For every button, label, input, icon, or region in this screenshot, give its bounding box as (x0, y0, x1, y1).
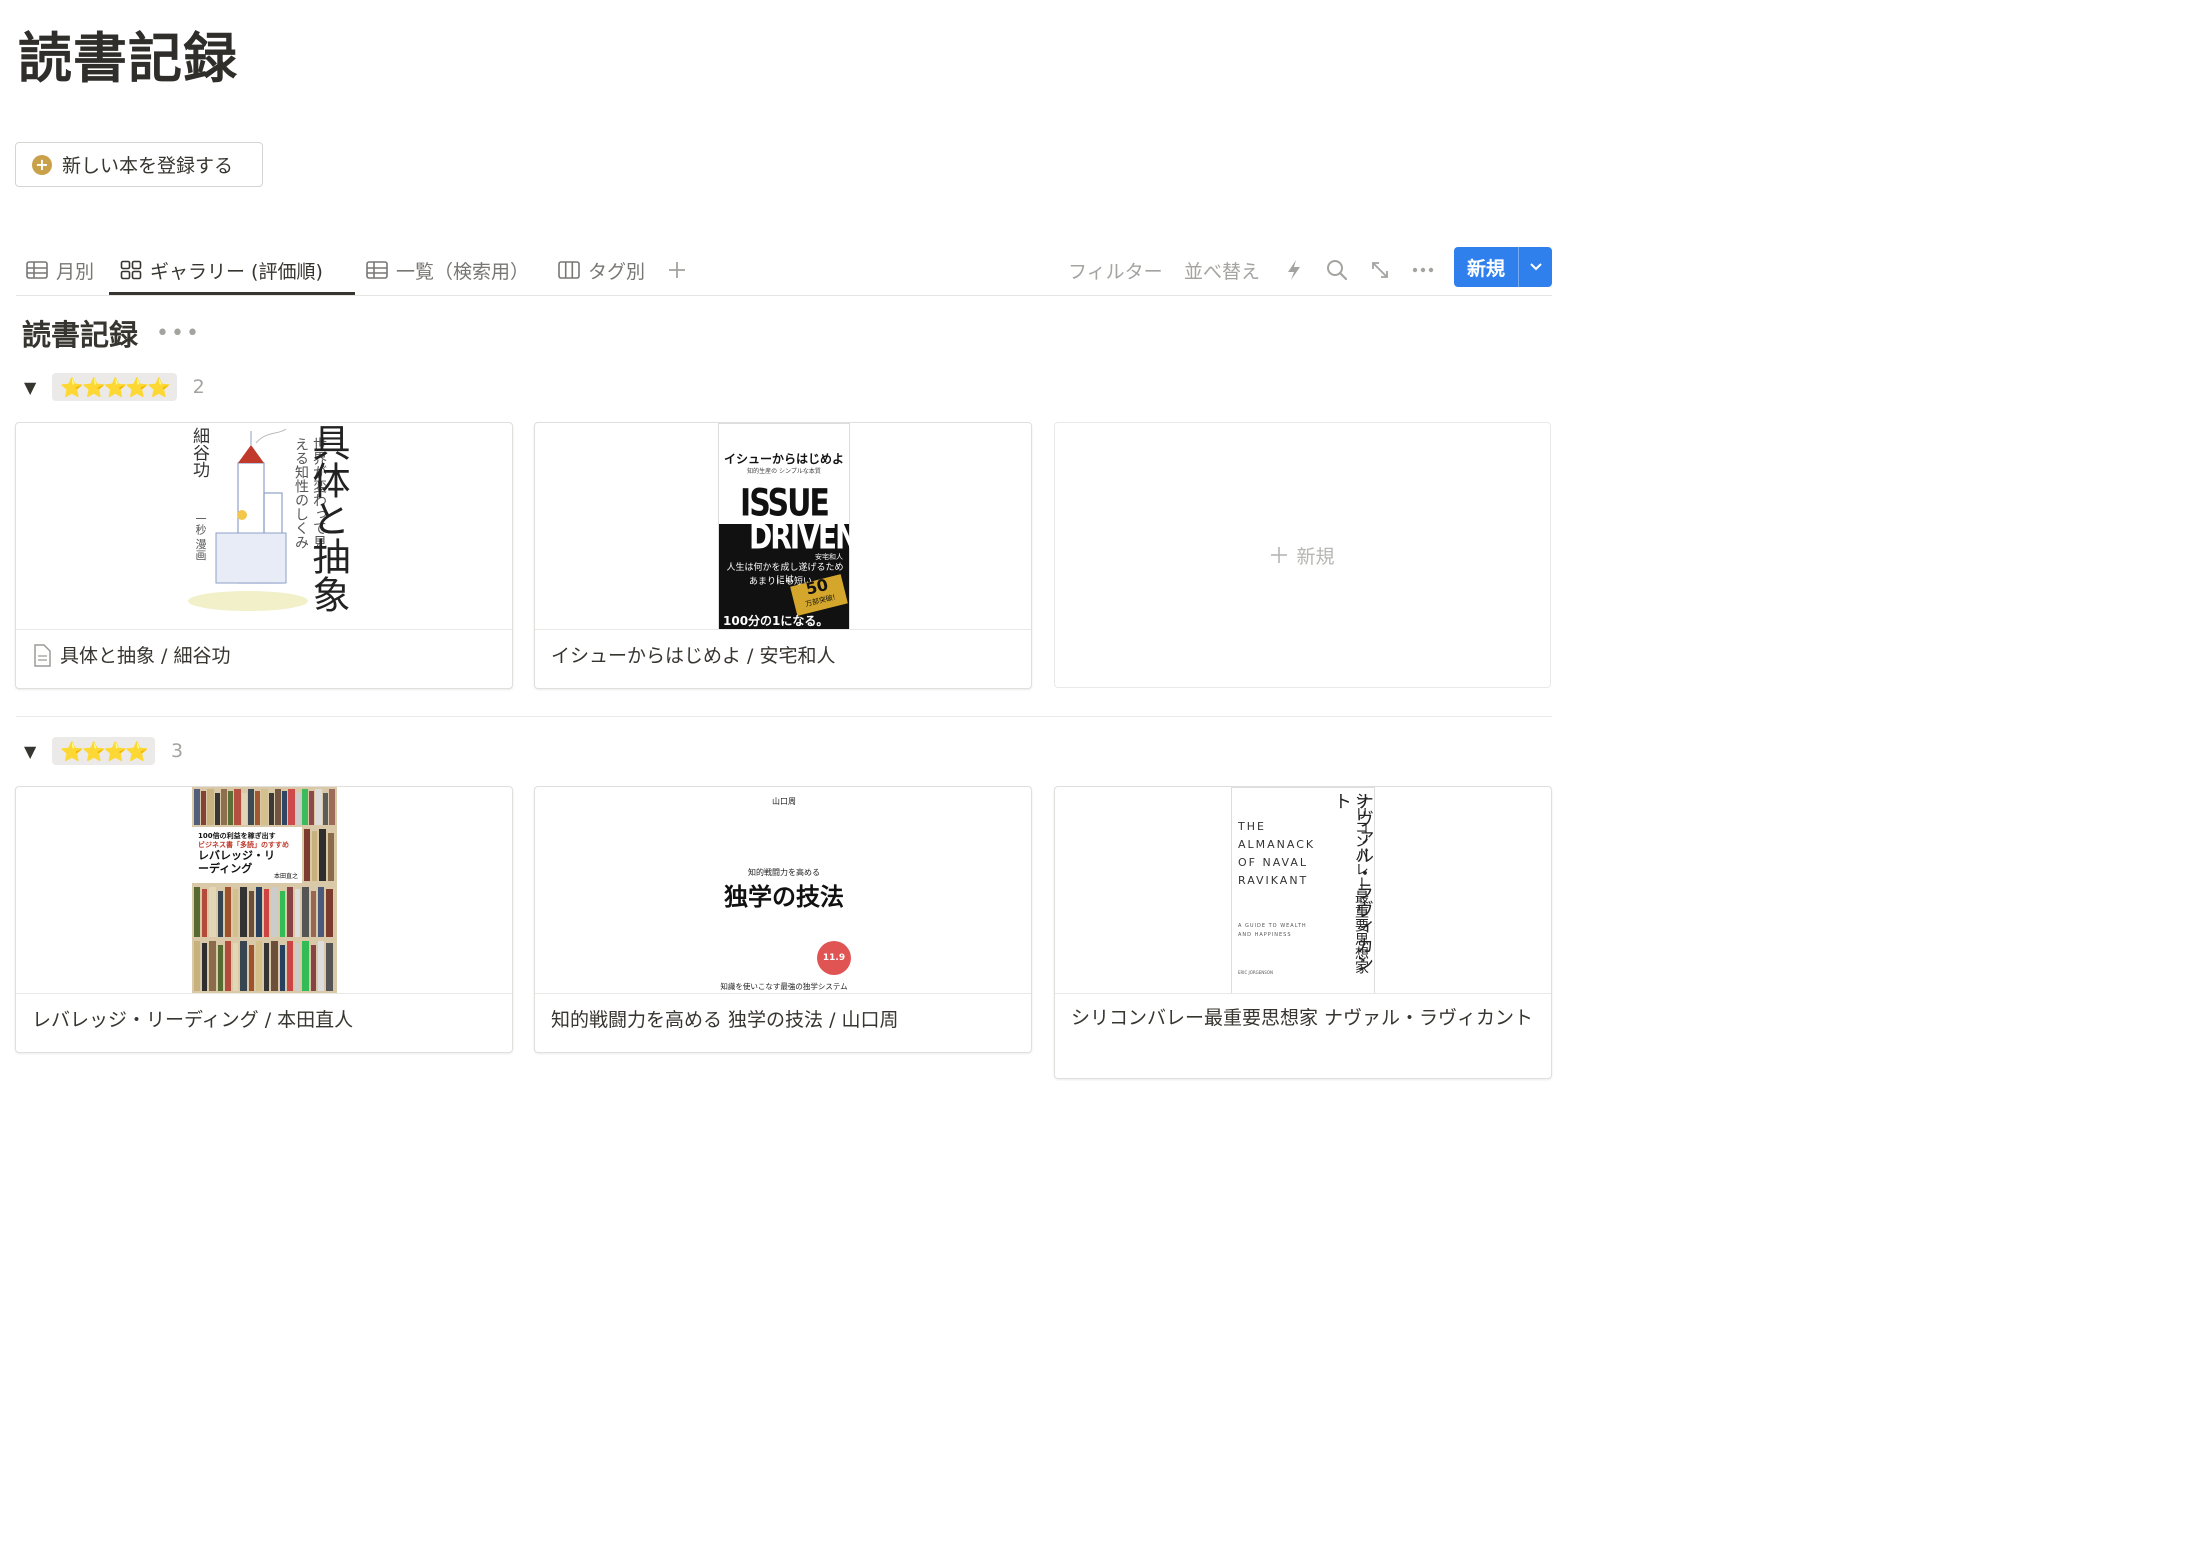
plus-icon (669, 262, 685, 278)
group-header: ▼ ⭐⭐⭐⭐⭐ 2 (24, 372, 205, 402)
book-cover: 山口周 知的戦闘力を高める 独学の技法 11.9 知識を使いこなす最強の独学シス… (535, 787, 1031, 994)
card-title: 具体と抽象 / 細谷功 (60, 645, 231, 667)
bookshelf-illustration (192, 787, 337, 993)
cover-author: 細谷功 (189, 427, 209, 478)
new-book-button-label: 新しい本を登録する (62, 155, 234, 177)
table-icon (366, 261, 388, 279)
expand-button[interactable] (1370, 252, 1390, 288)
more-icon (1412, 267, 1434, 273)
group-header: ▼ ⭐⭐⭐⭐ 3 (24, 736, 183, 766)
cover-jp-name: ナヴァル・ラヴィカント (1331, 792, 1374, 972)
card-title: シリコンバレー最重要思想家 ナヴァル・ラヴィカント (1071, 1007, 1534, 1029)
cover-title: 独学の技法 (724, 883, 844, 911)
book-cover: イシューからはじめよ 知的生産の シンプルな本質 ISSUE DRIVEN 安宅… (535, 423, 1031, 630)
chevron-down-icon (1529, 263, 1542, 271)
cover-illustrator: 一秒 漫画 (194, 513, 207, 561)
gallery-card[interactable]: 100倍の利益を稼ぎ出す ビジネス書「多読」のすすめ レバレッジ・リーディング … (15, 786, 513, 1053)
cover-big-word-2: DRIVEN (749, 515, 858, 558)
active-tab-indicator (109, 292, 355, 295)
card-caption: 知的戦闘力を高める 独学の技法 / 山口周 (551, 1005, 1015, 1035)
cover-author: 安宅和人 (815, 553, 843, 561)
add-view-button[interactable] (668, 252, 686, 288)
gallery-card[interactable]: 細谷功 一秒 漫画 世界が変わって見える知性のしくみ 具体と抽象 具体と抽象 /… (15, 422, 513, 689)
collapse-triangle-icon[interactable]: ▼ (24, 378, 36, 397)
new-book-button[interactable]: + 新しい本を登録する (15, 142, 263, 187)
tab-gallery[interactable]: ギャラリー (評価順) (120, 252, 323, 288)
group-count: 3 (170, 740, 184, 762)
cover-en-title: THE ALMANACK OF NAVAL RAVIKANT (1238, 820, 1316, 887)
cover-author: 本田直之 (274, 873, 299, 880)
plus-circle-icon: + (32, 154, 52, 175)
rating-pill: ⭐⭐⭐⭐ (52, 737, 155, 765)
cover-badge: 11.9 (817, 941, 851, 975)
card-caption: レバレッジ・リーディング / 本田直人 (32, 1005, 496, 1035)
cover-title: 具体と抽象 (306, 423, 350, 613)
card-title: レバレッジ・リーディング / 本田直人 (32, 1009, 354, 1031)
tab-list-search[interactable]: 一覧（検索用） (366, 252, 529, 288)
cover-frame: THE ALMANACK OF NAVAL RAVIKANT A GUIDE T… (1231, 787, 1375, 993)
gallery-card[interactable]: イシューからはじめよ 知的生産の シンプルな本質 ISSUE DRIVEN 安宅… (534, 422, 1032, 689)
cover-kicker: 知的生産の シンプルな本質 (747, 468, 821, 475)
page-icon (34, 644, 51, 667)
tab-label: 月別 (56, 260, 95, 283)
search-icon (1327, 260, 1348, 281)
card-caption: イシューからはじめよ / 安宅和人 (551, 641, 1015, 671)
tab-by-tag[interactable]: タグ別 (558, 252, 645, 288)
new-entry-button[interactable]: 新規 (1454, 247, 1552, 287)
tab-label: 一覧（検索用） (396, 260, 530, 283)
cover-author: 山口周 (772, 797, 796, 806)
book-cover: THE ALMANACK OF NAVAL RAVIKANT A GUIDE T… (1055, 787, 1551, 994)
new-entry-label: 新規 (1466, 257, 1505, 280)
search-button[interactable] (1326, 252, 1348, 288)
sort-button[interactable]: 並べ替え (1184, 252, 1260, 288)
plus-icon (1271, 547, 1288, 563)
add-card-button[interactable]: 新規 (1054, 422, 1551, 688)
gallery-card[interactable]: 山口周 知的戦闘力を高める 独学の技法 11.9 知識を使いこなす最強の独学シス… (534, 786, 1032, 1053)
cover-bottom: 100分の1になる。 (723, 614, 829, 628)
expand-icon (1372, 262, 1388, 278)
board-icon (558, 261, 580, 279)
rating-pill: ⭐⭐⭐⭐⭐ (52, 373, 177, 401)
cover-frame: イシューからはじめよ 知的生産の シンプルな本質 ISSUE DRIVEN 安宅… (718, 423, 858, 629)
database-title: 読書記録 ••• (22, 312, 201, 354)
page-title: 読書記録 (18, 27, 238, 90)
cover-frame: 山口周 知的戦闘力を高める 独学の技法 11.9 知識を使いこなす最強の独学シス… (713, 787, 855, 993)
book-cover: 100倍の利益を稼ぎ出す ビジネス書「多読」のすすめ レバレッジ・リーディング … (16, 787, 512, 994)
cover-illustration (182, 423, 352, 629)
card-caption: 具体と抽象 / 細谷功 (32, 641, 496, 671)
cover-bottom: 知識を使いこなす最強の独学システム (720, 982, 848, 991)
gallery-card[interactable]: THE ALMANACK OF NAVAL RAVIKANT A GUIDE T… (1054, 786, 1552, 1079)
filter-button[interactable]: フィルター (1068, 252, 1163, 288)
collapse-triangle-icon[interactable]: ▼ (24, 742, 36, 761)
gallery-icon (120, 260, 142, 280)
cover-en-author: ERIC JORGENSON (1238, 970, 1273, 975)
tab-monthly[interactable]: 月別 (26, 252, 94, 288)
tab-label: タグ別 (588, 260, 646, 283)
view-tabs: 月別 ギャラリー (評価順) 一覧（検索用） タグ別 フィルター 並べ替え 新規 (16, 244, 1552, 296)
group-separator (16, 716, 1552, 717)
more-button[interactable] (1412, 252, 1434, 288)
tab-label: ギャラリー (評価順) (150, 260, 323, 283)
automation-button[interactable] (1286, 252, 1302, 288)
database-more-icon[interactable]: ••• (156, 321, 201, 346)
database-title-text: 読書記録 (22, 318, 139, 352)
cover-en-sub: A GUIDE TO WEALTH AND HAPPINESS (1238, 923, 1307, 938)
cover-title: イシューからはじめよ (723, 452, 844, 466)
book-cover: 細谷功 一秒 漫画 世界が変わって見える知性のしくみ 具体と抽象 (16, 423, 512, 630)
lightning-icon (1288, 260, 1300, 280)
new-entry-dropdown[interactable] (1519, 262, 1552, 272)
card-title: イシューからはじめよ / 安宅和人 (551, 645, 836, 667)
cover-title: レバレッジ・リーディング (198, 849, 275, 875)
card-caption: シリコンバレー最重要思想家 ナヴァル・ラヴィカント (1071, 1003, 1535, 1033)
card-title: 知的戦闘力を高める 独学の技法 / 山口周 (551, 1009, 899, 1031)
table-icon (26, 261, 48, 279)
group-count: 2 (192, 376, 205, 398)
add-card-label: 新規 (1296, 545, 1335, 568)
